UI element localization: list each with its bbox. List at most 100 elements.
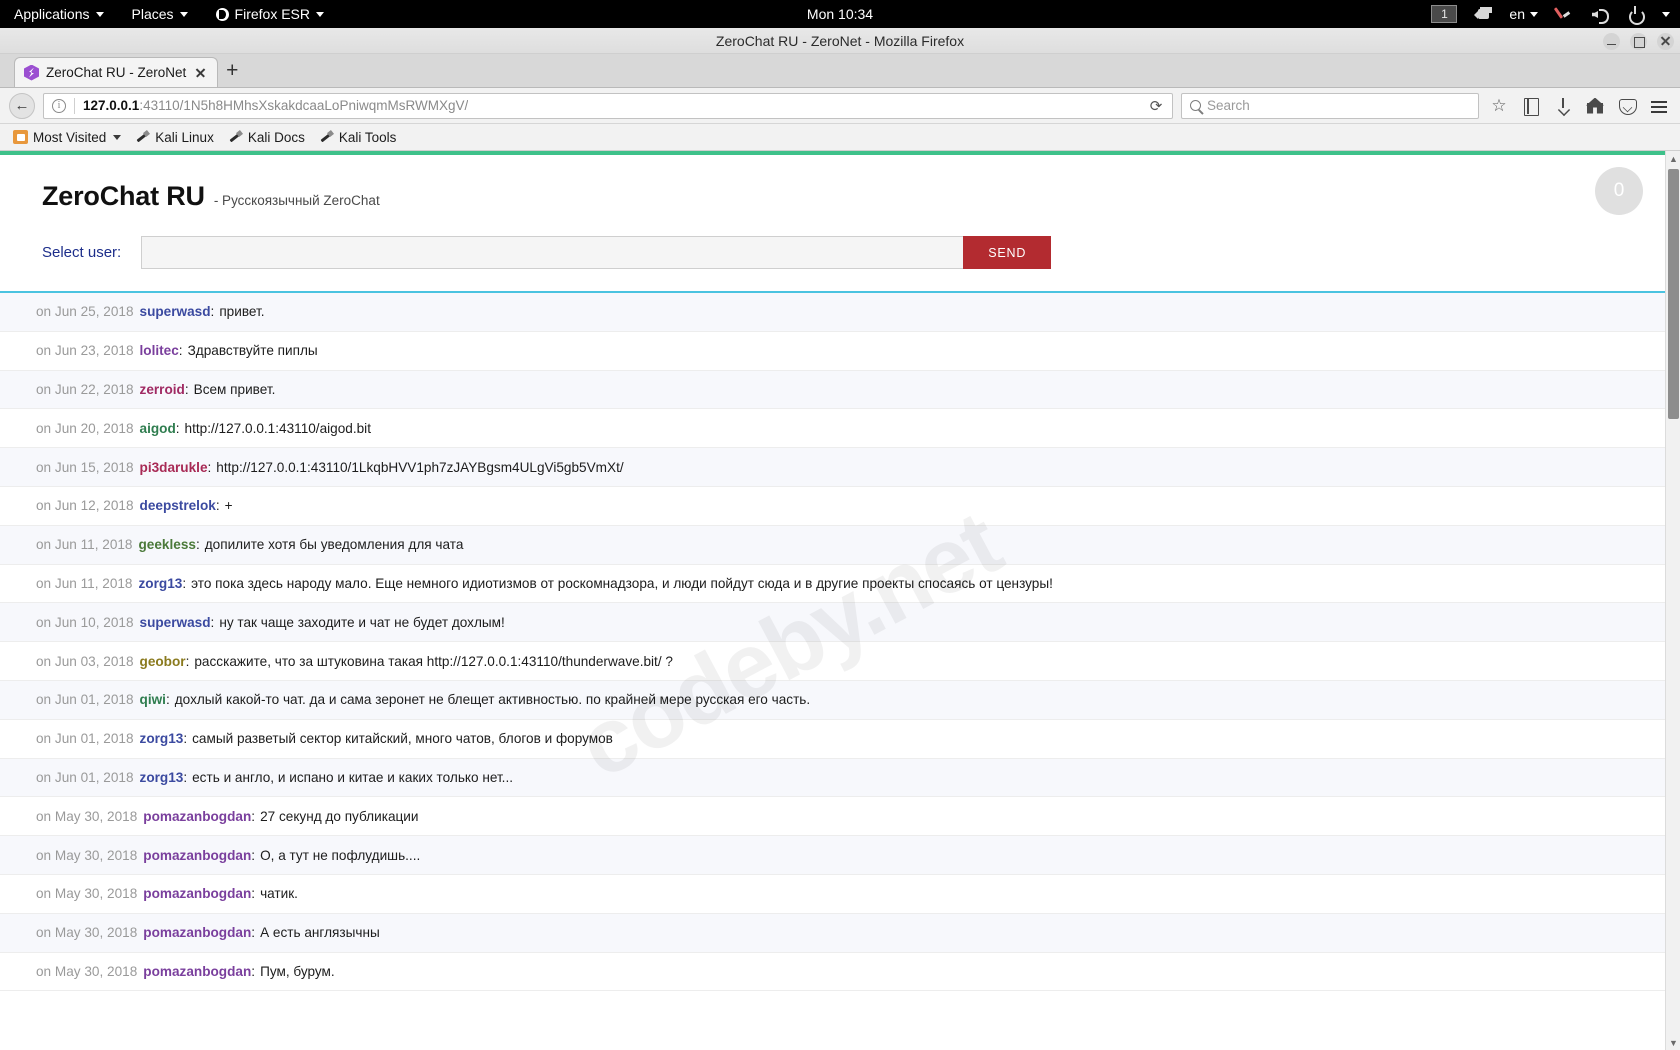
message-row: on May 30, 2018pomazanbogdan:О, а тут не… (0, 836, 1665, 875)
chevron-down-icon (96, 12, 104, 17)
message-author[interactable]: pomazanbogdan (143, 886, 251, 901)
close-window-button[interactable] (1657, 33, 1674, 50)
scroll-down-arrow-icon[interactable]: ▼ (1666, 1035, 1680, 1050)
message-row: on May 30, 2018pomazanbogdan:Пум, бурум. (0, 953, 1665, 992)
firefox-window: ZeroChat RU - ZeroNet - Mozilla Firefox … (0, 28, 1680, 1050)
message-date: on Jun 15, 2018 (36, 460, 134, 475)
message-date: on Jun 20, 2018 (36, 421, 134, 436)
maximize-button[interactable] (1630, 33, 1647, 50)
message-body: дохлый какой-то чат. да и сама зеронет н… (175, 692, 810, 707)
message-row: on Jun 01, 2018zorg13:есть и англо, и ис… (0, 759, 1665, 798)
message-author[interactable]: zorg13 (140, 731, 184, 746)
message-author[interactable]: aigod (140, 421, 176, 436)
message-author[interactable]: pomazanbogdan (143, 848, 251, 863)
page-title: ZeroChat RU (42, 181, 205, 212)
desktop-top-panel: Applications Places Firefox ESR Mon 10:3… (0, 0, 1680, 28)
message-input[interactable] (141, 236, 963, 269)
send-button[interactable]: SEND (963, 236, 1051, 269)
close-tab-icon[interactable] (193, 65, 208, 80)
workspace-indicator[interactable]: 1 (1431, 5, 1457, 23)
message-date: on Jun 22, 2018 (36, 382, 134, 397)
message-body: Здравствуйте пиплы (188, 343, 318, 358)
message-body: есть и англо, и испано и китае и каких т… (192, 770, 513, 785)
url-separator (74, 98, 75, 114)
url-text: 127.0.0.1:43110/1N5h8HMhsXskakdcaaLoPniw… (83, 98, 468, 113)
chevron-down-icon (316, 12, 324, 17)
message-author[interactable]: geekless (139, 537, 196, 552)
message-author[interactable]: pomazanbogdan (143, 925, 251, 940)
page-viewport: ZeroChat RU - Русскоязычный ZeroChat 0 S… (0, 151, 1680, 1050)
applications-menu[interactable]: Applications (0, 0, 118, 28)
library-icon[interactable] (1519, 94, 1543, 118)
firefox-menu-label: Firefox ESR (235, 6, 310, 22)
message-author[interactable]: lolitec (140, 343, 179, 358)
bookmark-kali-tools[interactable]: Kali Tools (314, 128, 402, 147)
message-colon: : (166, 692, 170, 707)
message-body: О, а тут не пофлудишь.... (260, 848, 420, 863)
peer-count-badge[interactable]: 0 (1595, 167, 1643, 215)
message-colon: : (251, 809, 255, 824)
page-scrollbar[interactable]: ▲ ▼ (1665, 151, 1680, 1050)
search-input[interactable]: Search (1181, 93, 1479, 119)
message-row: on Jun 22, 2018zerroid:Всем привет. (0, 371, 1665, 410)
volume-icon[interactable] (1590, 5, 1610, 23)
message-author[interactable]: superwasd (140, 304, 211, 319)
pocket-icon[interactable] (1615, 94, 1639, 118)
minimize-button[interactable] (1603, 33, 1620, 50)
message-row: on Jun 10, 2018superwasd:ну так чаще зах… (0, 603, 1665, 642)
message-author[interactable]: pomazanbogdan (143, 964, 251, 979)
bookmark-kali-docs[interactable]: Kali Docs (223, 128, 310, 147)
power-icon[interactable] (1626, 5, 1646, 23)
firefox-menu[interactable]: Firefox ESR (202, 0, 338, 28)
bookmark-kali-linux[interactable]: Kali Linux (130, 128, 219, 147)
message-author[interactable]: zerroid (140, 382, 185, 397)
downloads-icon[interactable] (1551, 94, 1575, 118)
tool-icon (319, 130, 334, 144)
message-row: on Jun 20, 2018aigod:http://127.0.0.1:43… (0, 409, 1665, 448)
chevron-down-icon[interactable] (1662, 12, 1670, 17)
message-colon: : (251, 964, 255, 979)
reload-icon[interactable]: ⟳ (1144, 94, 1168, 118)
message-author[interactable]: zorg13 (139, 576, 183, 591)
message-colon: : (216, 498, 220, 513)
places-menu-label: Places (132, 6, 174, 22)
applications-menu-label: Applications (14, 6, 90, 22)
message-body: самый разветый сектор китайский, много ч… (192, 731, 613, 746)
select-user-label[interactable]: Select user: (42, 244, 121, 261)
tab-zerochat-ru[interactable]: ZeroChat RU - ZeroNet (14, 57, 218, 87)
site-info-icon[interactable]: i (52, 99, 66, 113)
bookmark-most-visited[interactable]: Most Visited (8, 128, 126, 147)
message-author[interactable]: pi3darukle (140, 460, 208, 475)
message-author[interactable]: pomazanbogdan (143, 809, 251, 824)
message-colon: : (211, 304, 215, 319)
places-menu[interactable]: Places (118, 0, 202, 28)
new-tab-button[interactable]: + (218, 57, 246, 87)
message-colon: : (183, 770, 187, 785)
scroll-up-arrow-icon[interactable]: ▲ (1666, 151, 1680, 166)
home-icon[interactable] (1583, 94, 1607, 118)
message-author[interactable]: superwasd (140, 615, 211, 630)
video-camera-icon[interactable] (1473, 5, 1493, 23)
back-button[interactable]: ← (9, 93, 35, 119)
message-author[interactable]: zorg13 (140, 770, 184, 785)
scrollbar-thumb[interactable] (1668, 169, 1679, 419)
message-author[interactable]: deepstrelok (140, 498, 216, 513)
url-bar[interactable]: i 127.0.0.1:43110/1N5h8HMhsXskakdcaaLoPn… (43, 93, 1173, 119)
bookmarks-toolbar: Most Visited Kali Linux Kali Docs Kali T… (0, 124, 1680, 151)
hamburger-menu-icon[interactable] (1647, 94, 1671, 118)
brush-icon[interactable] (1554, 5, 1574, 23)
site-title-row: ZeroChat RU - Русскоязычный ZeroChat (42, 181, 1665, 212)
message-body: + (225, 498, 233, 513)
page-content: ZeroChat RU - Русскоязычный ZeroChat 0 S… (0, 151, 1665, 1050)
message-row: on Jun 03, 2018geobor:расскажите, что за… (0, 642, 1665, 681)
bookmark-star-icon[interactable]: ☆ (1487, 94, 1511, 118)
message-row: on May 30, 2018pomazanbogdan:чатик. (0, 875, 1665, 914)
keyboard-language-menu[interactable]: en (1509, 6, 1538, 22)
tool-icon (228, 130, 243, 144)
message-date: on May 30, 2018 (36, 925, 137, 940)
message-row: on Jun 01, 2018zorg13:самый разветый сек… (0, 720, 1665, 759)
message-date: on May 30, 2018 (36, 848, 137, 863)
message-author[interactable]: geobor (140, 654, 186, 669)
bookmark-label: Most Visited (33, 130, 106, 145)
message-author[interactable]: qiwi (140, 692, 166, 707)
